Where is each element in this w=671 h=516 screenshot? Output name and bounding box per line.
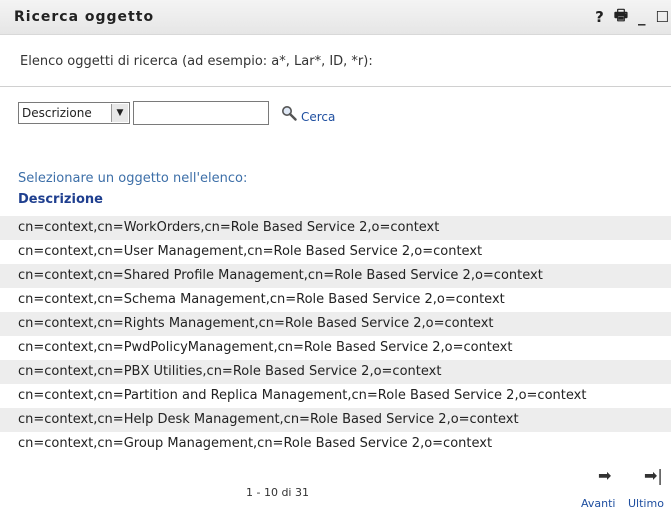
next-page-icon[interactable]: ➡	[598, 466, 611, 485]
search-button[interactable]: Cerca	[301, 110, 335, 124]
next-page-link[interactable]: Avanti	[581, 497, 615, 510]
list-item[interactable]: cn=context,cn=Group Management,cn=Role B…	[0, 432, 671, 456]
help-icon[interactable]: ?	[595, 8, 604, 26]
divider	[0, 86, 671, 87]
title-bar-icons: ? 🖶 _ ☐	[595, 6, 671, 28]
list-item[interactable]: cn=context,cn=Help Desk Management,cn=Ro…	[0, 408, 671, 432]
list-item[interactable]: cn=context,cn=Shared Profile Management,…	[0, 264, 671, 288]
attribute-select-value: Descrizione	[22, 106, 92, 120]
pagination-info: 1 - 10 di 31	[246, 486, 309, 499]
list-item[interactable]: cn=context,cn=Rights Management,cn=Role …	[0, 312, 671, 336]
list-item[interactable]: cn=context,cn=Schema Management,cn=Role …	[0, 288, 671, 312]
list-item[interactable]: cn=context,cn=PwdPolicyManagement,cn=Rol…	[0, 336, 671, 360]
list-item[interactable]: cn=context,cn=PBX Utilities,cn=Role Base…	[0, 360, 671, 384]
print-icon[interactable]: 🖶	[614, 5, 628, 30]
search-row: Descrizione ▼ Cerca	[18, 100, 335, 126]
search-icon[interactable]	[281, 105, 297, 121]
maximize-icon[interactable]: ☐	[656, 8, 669, 26]
title-separator	[0, 34, 671, 35]
list-item[interactable]: cn=context,cn=User Management,cn=Role Ba…	[0, 240, 671, 264]
window-title: Ricerca oggetto	[14, 9, 155, 25]
list-item[interactable]: cn=context,cn=Partition and Replica Mana…	[0, 384, 671, 408]
search-instructions: Elenco oggetti di ricerca (ad esempio: a…	[20, 54, 373, 69]
column-header-descrizione[interactable]: Descrizione	[18, 192, 103, 207]
minimize-icon[interactable]: _	[638, 8, 646, 26]
list-item[interactable]: cn=context,cn=WorkOrders,cn=Role Based S…	[0, 216, 671, 240]
chevron-down-icon[interactable]: ▼	[111, 104, 128, 122]
title-bar: Ricerca oggetto ? 🖶 _ ☐	[0, 0, 671, 35]
select-prompt: Selezionare un oggetto nell'elenco:	[18, 171, 248, 186]
last-page-icon[interactable]: ➡|	[644, 466, 663, 485]
last-page-link[interactable]: Ultimo	[628, 497, 664, 510]
search-input[interactable]	[133, 101, 269, 125]
results-list: cn=context,cn=WorkOrders,cn=Role Based S…	[0, 216, 671, 456]
attribute-select[interactable]: Descrizione ▼	[18, 102, 130, 124]
